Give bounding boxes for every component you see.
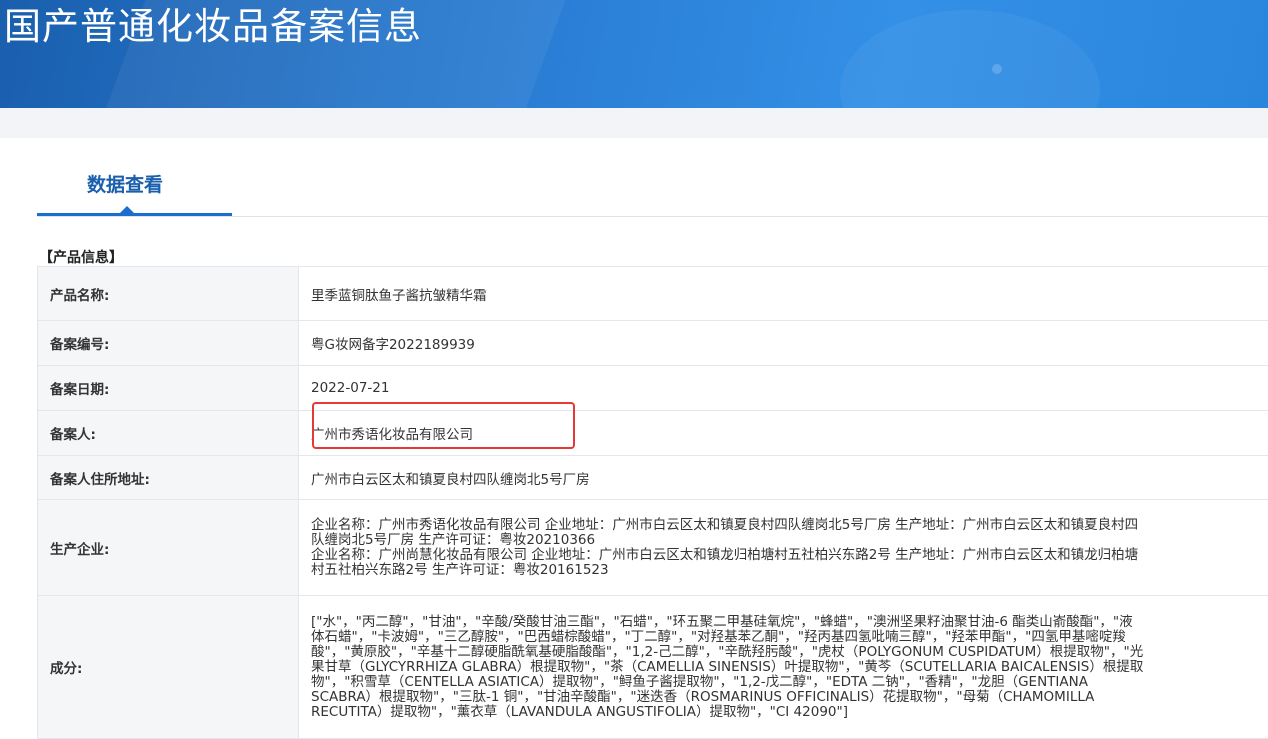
banner-decoration-dot [992, 64, 1002, 74]
manufacturer-line: 企业名称：广州市秀语化妆品有限公司 企业地址：广州市白云区太和镇夏良村四队缠岗北… [311, 518, 1266, 533]
row-label: 备案人: [38, 411, 299, 456]
filing-number-value: 粤G妆网备字2022189939 [299, 321, 1268, 366]
ingredients-line: 物"，"积雪草（CENTELLA ASIATICA）提取物"，"鲟鱼子酱提取物"… [311, 675, 1266, 690]
tab-bar: 数据查看 [37, 160, 1268, 217]
product-info-table: 产品名称: 里季蓝铜肽鱼子酱抗皱精华霜 备案编号: 粤G妆网备字20221899… [37, 266, 1268, 739]
page-title: 国产普通化妆品备案信息 [4, 4, 422, 50]
tab-data-view[interactable]: 数据查看 [87, 170, 163, 197]
table-row: 备案编号: 粤G妆网备字2022189939 [38, 321, 1268, 366]
table-row: 生产企业: 企业名称：广州市秀语化妆品有限公司 企业地址：广州市白云区太和镇夏良… [38, 500, 1268, 596]
manufacturer-line: 村五社柏兴东路2号 生产许可证：粤妆20161523 [311, 563, 1266, 578]
row-label: 备案编号: [38, 321, 299, 366]
header-banner: 国产普通化妆品备案信息 [0, 0, 1268, 108]
filer-address-value: 广州市白云区太和镇夏良村四队缠岗北5号厂房 [299, 456, 1268, 500]
manufacturer-line: 队缠岗北5号厂房 生产许可证：粤妆20210366 [311, 533, 1266, 548]
header-divider-strip [0, 108, 1268, 138]
banner-decoration [840, 10, 1100, 108]
table-row: 备案人住所地址: 广州市白云区太和镇夏良村四队缠岗北5号厂房 [38, 456, 1268, 500]
row-label: 产品名称: [38, 267, 299, 321]
table-row: 备案日期: 2022-07-21 [38, 366, 1268, 411]
manufacturer-line: 企业名称：广州尚慧化妆品有限公司 企业地址：广州市白云区太和镇龙归柏塘村五社柏兴… [311, 548, 1266, 563]
row-label: 备案日期: [38, 366, 299, 411]
tab-active-underline [37, 213, 232, 216]
ingredients-line: 果甘草（GLYCYRRHIZA GLABRA）根提取物"，"茶（CAMELLIA… [311, 660, 1266, 675]
table-row: 成分: ["水"，"丙二醇"，"甘油"，"辛酸/癸酸甘油三酯"，"石蜡"，"环五… [38, 596, 1268, 739]
table-row: 产品名称: 里季蓝铜肽鱼子酱抗皱精华霜 [38, 267, 1268, 321]
ingredients-line: 酸"，"黄原胶"，"辛基十二醇硬脂酰氧基硬脂酸酯"，"1,2-己二醇"，"辛酰羟… [311, 645, 1266, 660]
ingredients-line: RECUTITA）提取物"，"薰衣草（LAVANDULA ANGUSTIFOLI… [311, 705, 1266, 720]
ingredients-value: ["水"，"丙二醇"，"甘油"，"辛酸/癸酸甘油三酯"，"石蜡"，"环五聚二甲基… [299, 596, 1268, 739]
ingredients-line: ["水"，"丙二醇"，"甘油"，"辛酸/癸酸甘油三酯"，"石蜡"，"环五聚二甲基… [311, 615, 1266, 630]
row-label: 备案人住所地址: [38, 456, 299, 500]
section-product-info-label: 【产品信息】 [39, 247, 123, 267]
ingredients-line: 体石蜡"，"卡波姆"，"三乙醇胺"，"巴西蜡棕酸蜡"，"丁二醇"，"对羟基苯乙酮… [311, 630, 1266, 645]
highlight-box-filer [312, 402, 575, 449]
manufacturer-value: 企业名称：广州市秀语化妆品有限公司 企业地址：广州市白云区太和镇夏良村四队缠岗北… [299, 500, 1268, 596]
ingredients-line: SCABRA）根提取物"，"三肽-1 铜"，"甘油辛酸酯"，"迷迭香（ROSMA… [311, 690, 1266, 705]
row-label: 生产企业: [38, 500, 299, 596]
table-row: 备案人: 广州市秀语化妆品有限公司 [38, 411, 1268, 456]
row-label: 成分: [38, 596, 299, 739]
tab-active-caret-icon [120, 206, 134, 213]
product-name-value: 里季蓝铜肽鱼子酱抗皱精华霜 [299, 267, 1268, 321]
